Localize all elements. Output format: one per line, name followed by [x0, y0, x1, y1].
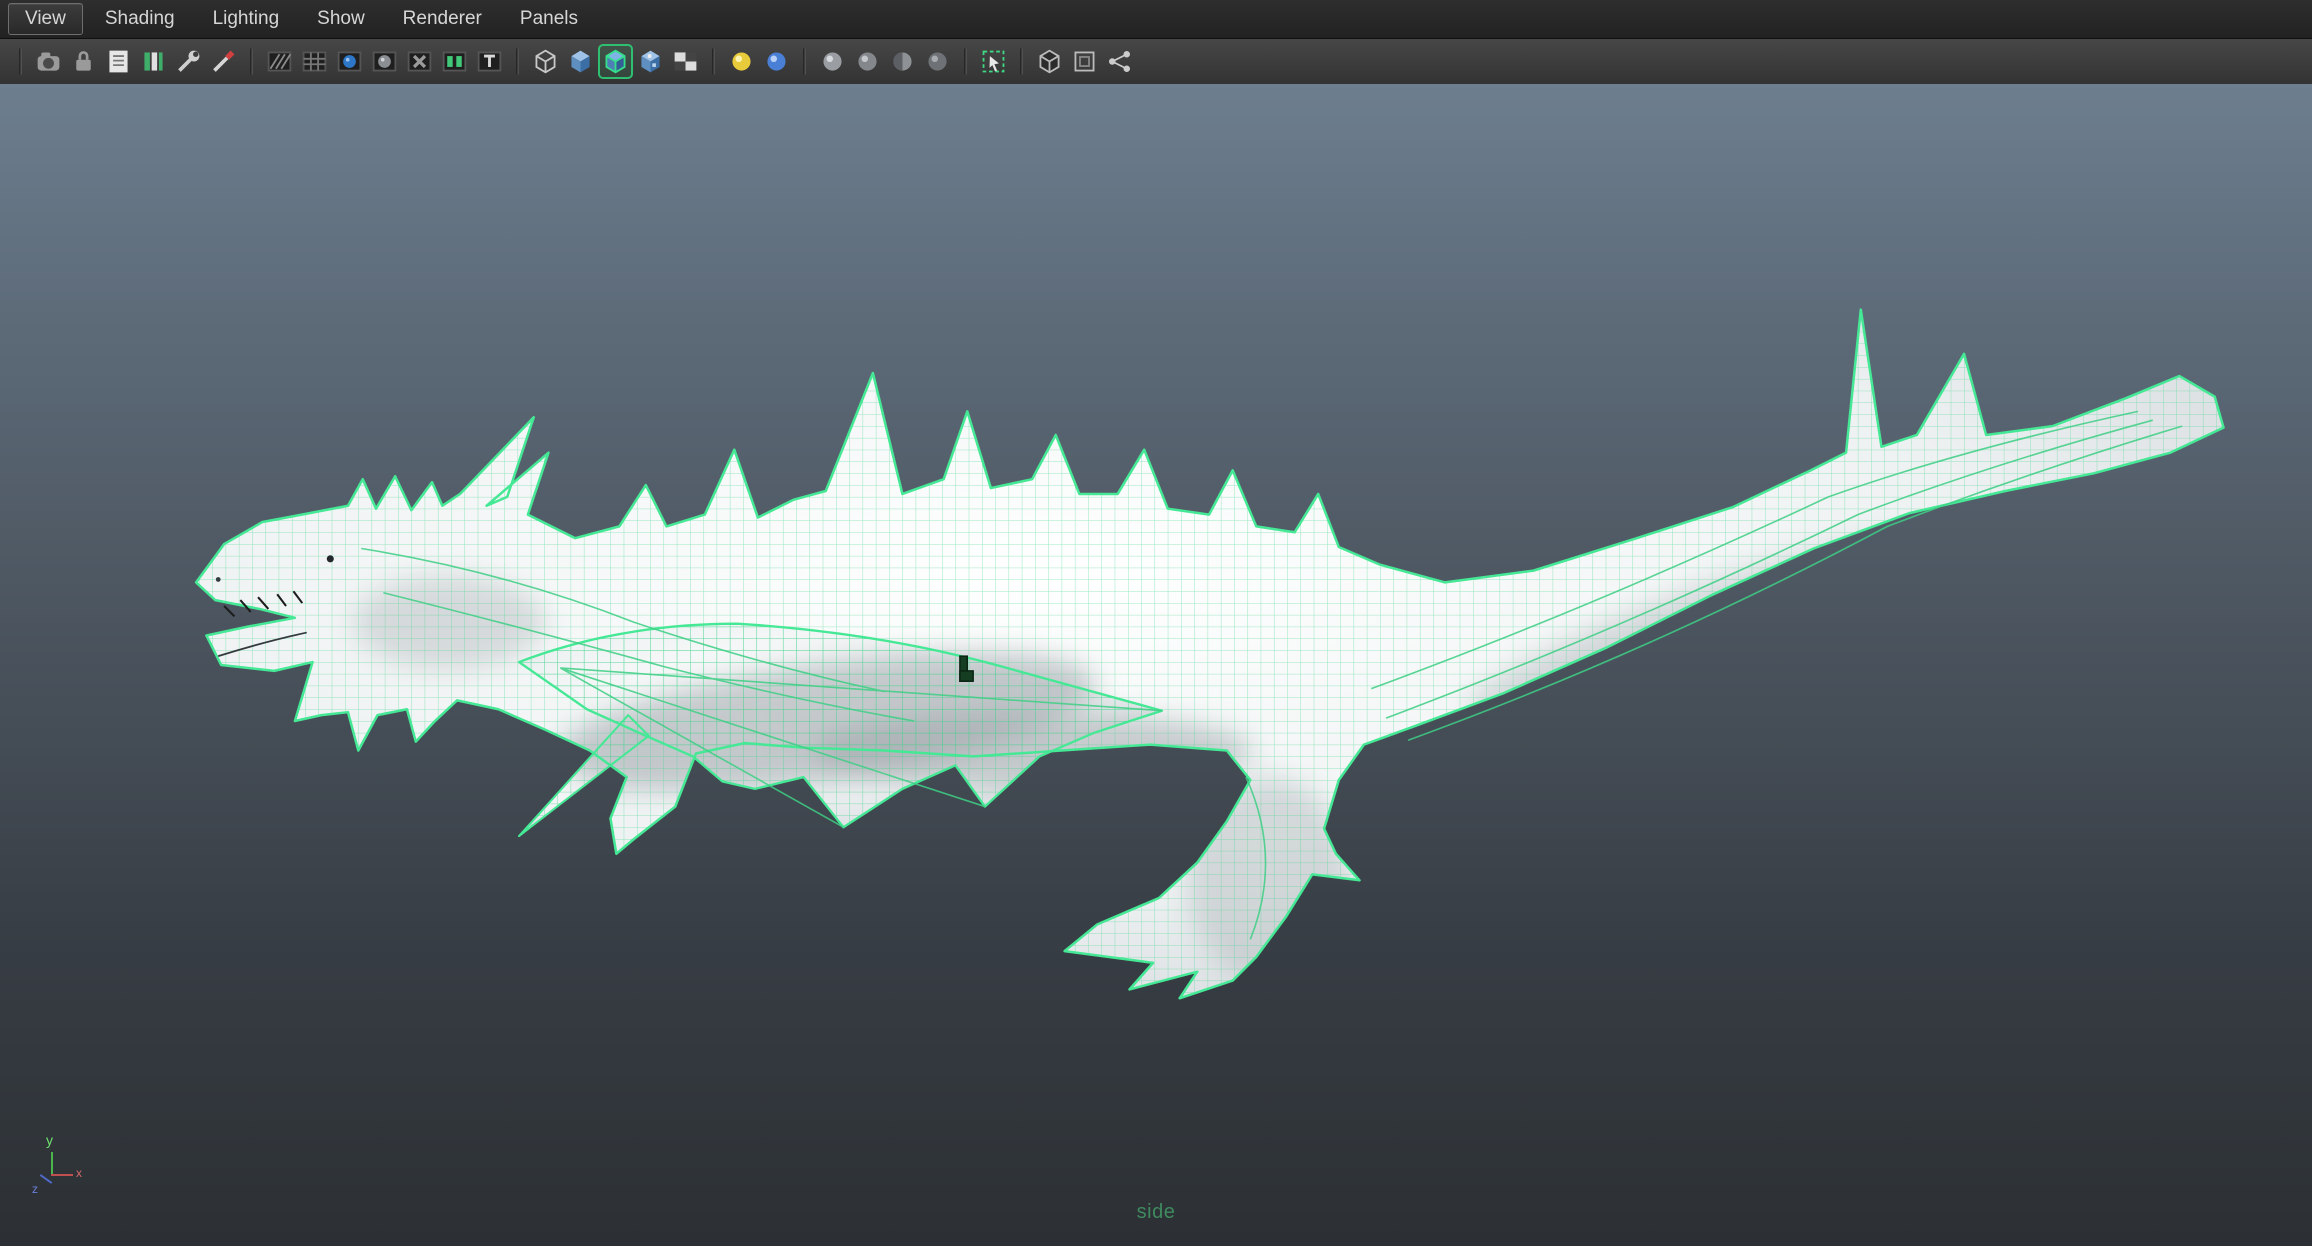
- textured-icon[interactable]: [635, 46, 666, 77]
- hardware-texturing-icon[interactable]: [922, 46, 953, 77]
- plugin-shapes-icon[interactable]: [1069, 46, 1100, 77]
- plugin-objects-icon[interactable]: [1034, 46, 1065, 77]
- xray-icon[interactable]: [817, 46, 848, 77]
- axis-z-label: z: [32, 1182, 38, 1196]
- toolbar-separator: [712, 48, 715, 75]
- toolbar-separator: [803, 48, 806, 75]
- smooth-shade-all-icon[interactable]: [565, 46, 596, 77]
- lock-camera-icon[interactable]: [68, 46, 99, 77]
- use-default-material-icon[interactable]: [670, 46, 701, 77]
- camera-attribute-editor-icon[interactable]: [103, 46, 134, 77]
- wireframe-on-shaded-icon[interactable]: [598, 44, 633, 79]
- menu-item-view[interactable]: View: [8, 3, 83, 35]
- shadows-icon[interactable]: [761, 46, 792, 77]
- safe-action-icon[interactable]: [404, 46, 435, 77]
- toolbar-separator: [250, 48, 253, 75]
- menu-item-panels[interactable]: Panels: [504, 4, 594, 34]
- toolbar-separator: [19, 48, 22, 75]
- toolbar-separator: [1020, 48, 1023, 75]
- grease-pencil-icon[interactable]: [208, 46, 239, 77]
- toolbar-separator: [516, 48, 519, 75]
- axis-y-label: y: [46, 1132, 53, 1148]
- wireframe-icon[interactable]: [530, 46, 561, 77]
- heads-up-display-icon[interactable]: [439, 46, 470, 77]
- viewport[interactable]: y x z side: [0, 84, 2312, 1246]
- bookmarks-icon[interactable]: [138, 46, 169, 77]
- menu-item-show[interactable]: Show: [301, 4, 381, 34]
- axis-x-arrow: [51, 1174, 73, 1176]
- dragon-model[interactable]: [0, 84, 2312, 1246]
- axis-y-arrow: [51, 1152, 53, 1174]
- backface-culling-icon[interactable]: [887, 46, 918, 77]
- menu-bar: View Shading Lighting Show Renderer Panels: [0, 0, 2312, 39]
- axis-x-label: x: [76, 1166, 82, 1180]
- view-label: side: [1136, 1201, 1176, 1223]
- menu-item-shading[interactable]: Shading: [89, 4, 191, 34]
- safe-title-icon[interactable]: [474, 46, 505, 77]
- select-camera-icon[interactable]: [33, 46, 64, 77]
- menu-item-renderer[interactable]: Renderer: [387, 4, 498, 34]
- resolution-gate-icon[interactable]: [299, 46, 330, 77]
- menu-item-lighting[interactable]: Lighting: [197, 4, 296, 34]
- gate-mask-icon[interactable]: [334, 46, 365, 77]
- use-all-lights-icon[interactable]: [726, 46, 757, 77]
- film-gate-icon[interactable]: [264, 46, 295, 77]
- panel-toolbar: [0, 39, 2312, 85]
- maya-viewport-panel: View Shading Lighting Show Renderer Panels: [0, 0, 2312, 1246]
- toolbar-separator: [964, 48, 967, 75]
- 2d-pan-zoom-icon[interactable]: [173, 46, 204, 77]
- xray-active-components-icon[interactable]: [852, 46, 883, 77]
- viewport-renderer-icon[interactable]: [1104, 46, 1135, 77]
- field-chart-icon[interactable]: [369, 46, 400, 77]
- isolate-select-icon[interactable]: [978, 46, 1009, 77]
